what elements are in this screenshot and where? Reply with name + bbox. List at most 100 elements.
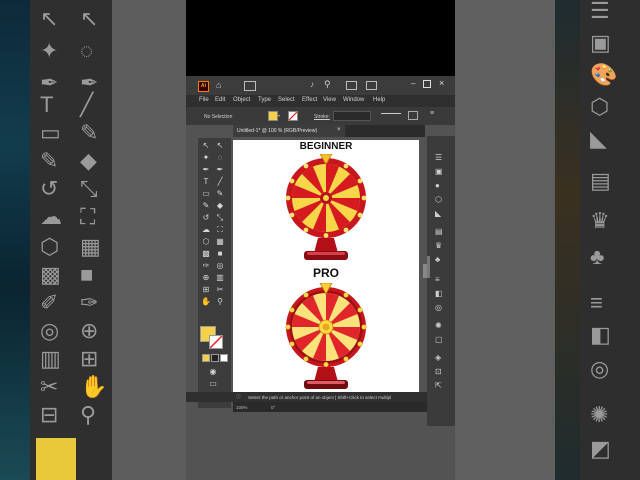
screen-mode-icon[interactable]: ▭ <box>208 380 218 388</box>
artboard-tool-icon: ⊞ <box>80 346 99 371</box>
tab-close-icon[interactable]: × <box>337 127 341 133</box>
layers-icon[interactable]: ◈ <box>435 354 441 362</box>
symbol-sprayer-icon[interactable]: ⊕ <box>201 274 211 282</box>
warp-tool-icon[interactable]: ☁ <box>201 226 211 234</box>
menu-object[interactable]: Object <box>233 97 250 103</box>
status-bar: ⓘ Select the path or anchor point of an … <box>186 392 427 402</box>
appearance-icon[interactable]: ✺ <box>435 322 442 330</box>
home-icon[interactable]: ⌂ <box>216 80 221 90</box>
rotate-tool-icon: ↺ <box>40 176 59 201</box>
stroke-panel-icon[interactable]: ≡ <box>435 276 440 284</box>
eraser-icon: ◆ <box>80 148 97 173</box>
stroke-label[interactable]: Stroke: <box>314 114 330 120</box>
color-palette-icon[interactable]: ● <box>435 182 440 190</box>
menu-edit[interactable]: Edit <box>215 97 225 103</box>
gradient-tool-icon[interactable]: ■ <box>215 250 225 258</box>
bell-icon[interactable]: ♪ <box>310 80 314 89</box>
slice-tool-icon[interactable]: ✂ <box>215 286 225 294</box>
eraser-icon[interactable]: ◆ <box>215 202 225 210</box>
share-icon[interactable] <box>244 81 256 91</box>
lasso-icon[interactable]: ◌ <box>215 154 225 162</box>
graphic-styles-icon[interactable]: ▢ <box>435 336 443 344</box>
shaper-tool-icon: ✎ <box>40 148 59 173</box>
arrange-icon[interactable] <box>366 81 377 90</box>
blend-tool-icon[interactable]: ◎ <box>215 262 225 270</box>
stroke-weight-field[interactable] <box>333 111 371 121</box>
perspective-grid-icon[interactable]: ▦ <box>215 238 225 246</box>
gradient-mode-icon[interactable] <box>211 354 219 362</box>
hand-tool-icon[interactable]: ✋ <box>201 298 211 306</box>
none-mode-icon[interactable] <box>220 354 228 362</box>
maximize-icon[interactable] <box>423 80 431 88</box>
mesh-tool-icon[interactable]: ▩ <box>201 250 211 258</box>
column-graph-icon[interactable]: ▥ <box>215 274 225 282</box>
magic-wand-icon[interactable]: ✦ <box>201 154 211 162</box>
symbol-sprayer-icon: ⊕ <box>80 318 99 343</box>
zoom-tool-icon[interactable]: ⚲ <box>215 298 225 306</box>
selection-tool-icon[interactable]: ↖ <box>201 142 211 150</box>
stroke-profile-icon[interactable] <box>381 113 401 114</box>
color-guide-icon: ◣ <box>590 126 607 151</box>
color-guide-icon[interactable]: ◣ <box>435 210 441 218</box>
illustrator-window: Ai ⌂ ♪ ⚲ – × File Edit Object Type Selec… <box>186 76 455 480</box>
document-tab[interactable]: Untitled-1* @ 100 % (RGB/Preview) × <box>233 125 345 137</box>
shape-builder-icon[interactable]: ⬡ <box>201 238 211 246</box>
close-icon[interactable]: × <box>439 78 444 88</box>
color-mode-icon[interactable] <box>202 354 210 362</box>
brushes-icon[interactable]: ♛ <box>435 242 442 250</box>
eyedropper-icon[interactable]: ✑ <box>201 262 211 270</box>
shaper-tool-icon[interactable]: ✎ <box>201 202 211 210</box>
symbols-icon[interactable]: ♣ <box>435 256 440 264</box>
layers-icon: ◩ <box>590 436 611 461</box>
vertical-scrollbar[interactable] <box>423 264 427 278</box>
artboard-tool-icon[interactable]: ⊞ <box>201 286 211 294</box>
right-dock: ☰ ▣ ● ⬡ ◣ ▤ ♛ ♣ ≡ ◧ ◎ ✺ ▢ ◈ ⊡ ⇱ <box>427 136 455 426</box>
rotation-angle[interactable]: 0° <box>271 405 275 410</box>
menu-bar: File Edit Object Type Select Effect View… <box>186 95 455 107</box>
document-setup-icon[interactable] <box>408 111 418 120</box>
swatches-icon[interactable]: ▤ <box>435 228 443 236</box>
gradient-panel-icon: ◧ <box>590 322 611 347</box>
rotate-tool-icon[interactable]: ↺ <box>201 214 211 222</box>
pro-prize-wheel <box>285 283 367 389</box>
mesh-tool-icon: ▩ <box>40 262 61 287</box>
tab-bar: Untitled-1* @ 100 % (RGB/Preview) × <box>233 125 425 137</box>
properties-icon[interactable]: ☰ <box>435 154 442 162</box>
menu-file[interactable]: File <box>199 97 209 103</box>
paintbrush-icon[interactable]: ✎ <box>215 190 225 198</box>
workspace-icon[interactable] <box>346 81 357 90</box>
background-texture-right <box>555 0 580 480</box>
menu-window[interactable]: Window <box>343 97 364 103</box>
libraries-icon[interactable]: ▣ <box>435 168 443 176</box>
menu-view[interactable]: View <box>323 97 336 103</box>
pen-tool-icon[interactable]: ✒ <box>201 166 211 174</box>
menu-select[interactable]: Select <box>278 97 295 103</box>
menu-help[interactable]: Help <box>373 97 385 103</box>
free-transform-icon[interactable]: ⛶ <box>215 226 225 234</box>
draw-mode-icon[interactable]: ◉ <box>208 368 218 376</box>
rectangle-tool-icon[interactable]: ▭ <box>201 190 211 198</box>
search-icon[interactable]: ⚲ <box>324 79 331 90</box>
gradient-panel-icon[interactable]: ◧ <box>435 290 443 298</box>
direct-selection-tool-icon[interactable]: ↖ <box>215 142 225 150</box>
stroke-color-control[interactable] <box>288 111 298 121</box>
scrollbar-thumb[interactable] <box>427 256 430 278</box>
chevron-down-icon[interactable]: ▾ <box>278 113 280 118</box>
stroke-swatch[interactable] <box>209 335 223 349</box>
curvature-icon[interactable]: ✒ <box>215 166 225 174</box>
scale-tool-icon[interactable]: ⤡ <box>215 214 225 222</box>
type-tool-icon[interactable]: T <box>201 178 211 186</box>
fill-color-control[interactable] <box>268 111 278 121</box>
direct-selection-tool-icon: ↖ <box>80 6 99 31</box>
3d-cube-icon[interactable]: ⬡ <box>435 196 442 204</box>
transparency-icon[interactable]: ◎ <box>435 304 442 312</box>
zoom-level[interactable]: 100% <box>236 405 248 410</box>
minimize-icon[interactable]: – <box>411 79 415 88</box>
line-tool-icon[interactable]: ╱ <box>215 178 225 186</box>
export-icon[interactable]: ⇱ <box>435 382 442 390</box>
panel-menu-icon[interactable]: ≡ <box>430 110 434 117</box>
menu-type[interactable]: Type <box>258 97 271 103</box>
artboards-icon[interactable]: ⊡ <box>435 368 442 376</box>
blend-tool-icon: ◎ <box>40 318 60 343</box>
menu-effect[interactable]: Effect <box>302 97 317 103</box>
